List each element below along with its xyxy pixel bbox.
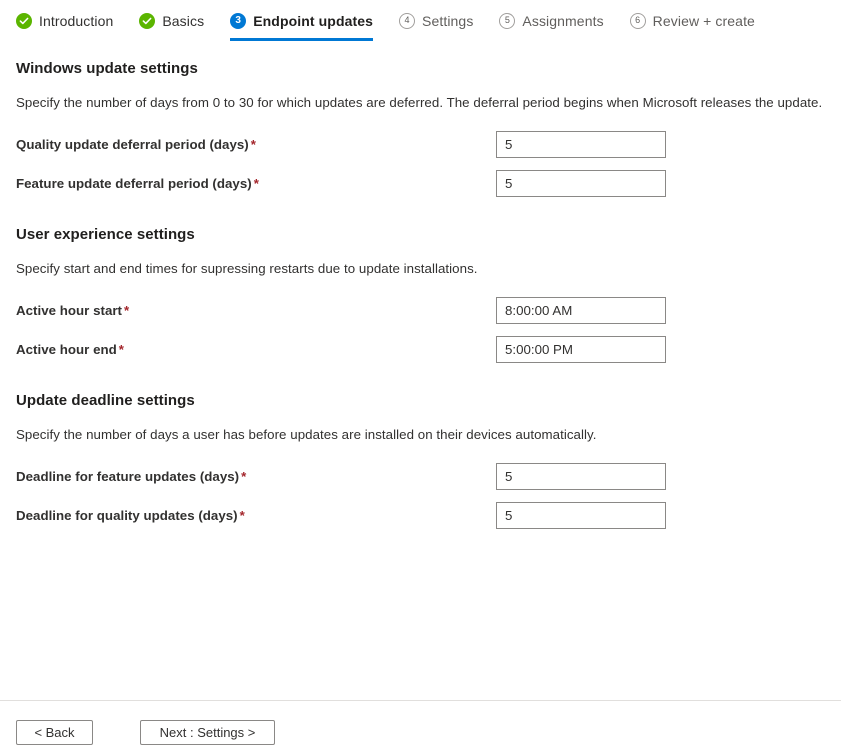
step-number-badge: 3 (230, 13, 247, 29)
field-row: Deadline for feature updates (days) * (16, 463, 825, 490)
section-update-deadline-settings: Update deadline settings Specify the numb… (16, 392, 825, 529)
input-feature-update-deferral-period-days[interactable] (496, 170, 666, 197)
required-asterisk: * (118, 342, 124, 357)
section-title: Update deadline settings (16, 392, 195, 409)
step-number-badge: 4 (399, 13, 416, 29)
field-label-quality-update-deferral-period-days: Quality update deferral period (days) * (16, 137, 496, 152)
wizard-tab-label: Endpoint updates (253, 13, 374, 29)
wizard-tab-review-create[interactable]: 6 Review + create (629, 7, 755, 35)
back-button[interactable]: < Back (16, 720, 93, 745)
field-label-text: Deadline for quality updates (days) (16, 508, 238, 523)
wizard-tab-introduction[interactable]: Introduction (16, 7, 113, 35)
required-asterisk: * (241, 469, 247, 484)
wizard-tab-label: Introduction (39, 13, 114, 29)
check-icon (139, 13, 156, 29)
section-user-experience-settings: User experience settings Specify start an… (16, 226, 825, 363)
field-label-deadline-for-feature-updates-days: Deadline for feature updates (days) * (16, 469, 496, 484)
field-label-text: Deadline for feature updates (days) (16, 469, 240, 484)
input-active-hour-start[interactable] (496, 297, 666, 324)
section-windows-update-settings: Windows update settings Specify the numbe… (16, 60, 825, 197)
field-row: Feature update deferral period (days) * (16, 170, 825, 197)
wizard-tab-label: Assignments (522, 13, 604, 29)
wizard-tab-label: Settings (422, 13, 474, 29)
field-label-text: Feature update deferral period (days) (16, 176, 252, 191)
input-deadline-for-quality-updates-days[interactable] (496, 502, 666, 529)
field-row: Active hour start * (16, 297, 825, 324)
wizard-tab-label: Basics (162, 13, 205, 29)
input-deadline-for-feature-updates-days[interactable] (496, 463, 666, 490)
field-row: Quality update deferral period (days) * (16, 131, 825, 158)
field-row: Active hour end * (16, 336, 825, 363)
field-label-active-hour-end: Active hour end * (16, 342, 496, 357)
wizard-tab-assignments[interactable]: 5 Assignments (499, 7, 604, 35)
required-asterisk: * (250, 137, 256, 152)
field-row: Deadline for quality updates (days) * (16, 502, 825, 529)
wizard-tab-basics[interactable]: Basics (139, 7, 204, 35)
wizard-tab-endpoint-updates[interactable]: 3 Endpoint updates (230, 7, 374, 41)
wizard-tab-settings[interactable]: 4 Settings (399, 7, 473, 35)
field-label-active-hour-start: Active hour start * (16, 303, 496, 318)
field-label-text: Active hour end (16, 342, 117, 357)
check-icon (16, 13, 32, 29)
required-asterisk: * (239, 508, 245, 523)
input-quality-update-deferral-period-days[interactable] (496, 131, 666, 158)
field-label-text: Quality update deferral period (days) (16, 137, 249, 152)
section-description: Specify the number of days a user has be… (16, 427, 597, 442)
section-title: User experience settings (16, 226, 195, 243)
field-label-text: Active hour start (16, 303, 123, 318)
field-label-deadline-for-quality-updates-days: Deadline for quality updates (days) * (16, 508, 496, 523)
field-label-feature-update-deferral-period-days: Feature update deferral period (days) * (16, 176, 496, 191)
section-title: Windows update settings (16, 60, 198, 77)
form-content: Windows update settings Specify the numbe… (0, 60, 841, 529)
input-active-hour-end[interactable] (496, 336, 666, 363)
next-settings-button[interactable]: Next : Settings > (140, 720, 275, 745)
wizard-step-tabs: Introduction Basics 3 Endpoint updates 4 Sett… (0, 0, 841, 41)
step-number-badge: 6 (629, 13, 646, 29)
wizard-footer: < Back Next : Settings > (0, 700, 841, 750)
step-number-badge: 5 (499, 13, 516, 29)
wizard-tab-label: Review + create (652, 13, 755, 29)
section-description: Specify start and end times for supressi… (16, 261, 478, 276)
section-description: Specify the number of days from 0 to 30 … (16, 95, 823, 110)
required-asterisk: * (253, 176, 259, 191)
required-asterisk: * (124, 303, 130, 318)
